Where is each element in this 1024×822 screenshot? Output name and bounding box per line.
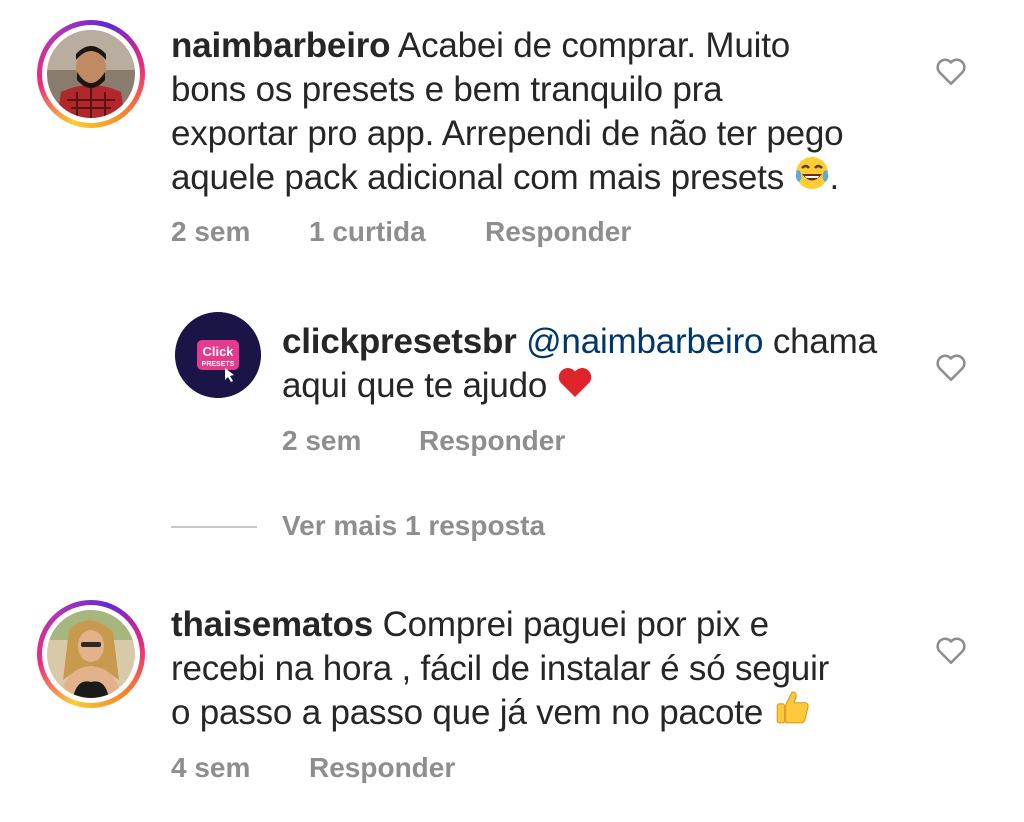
- comment-text: exportar pro app. Arrependi de não ter p…: [171, 114, 844, 153]
- tears-of-joy-emoji: [794, 156, 830, 202]
- comment-text: aquele pack adicional com mais presets: [171, 158, 785, 197]
- reply-button[interactable]: Responder: [419, 425, 565, 457]
- reply-button[interactable]: Responder: [309, 752, 455, 784]
- comment-text: o passo a passo que já vem no pacote: [171, 693, 764, 732]
- heart-outline-icon[interactable]: [934, 633, 968, 667]
- comment-text: bons os presets e bem tranquilo pra: [171, 70, 723, 109]
- avatar-logo-subtext: PRESETS: [202, 361, 235, 368]
- comment-body: naimbarbeiro Acabei de comprar. Muito bo…: [171, 24, 901, 202]
- comment-text: aqui que te ajudo: [282, 366, 548, 405]
- reply-button[interactable]: Responder: [485, 216, 631, 248]
- comment-text: Comprei paguei por pix e: [382, 605, 769, 644]
- avatar-clickpresetsbr[interactable]: Click PRESETS: [175, 312, 261, 398]
- timestamp: 2 sem: [282, 425, 362, 456]
- timestamp: 4 sem: [171, 752, 251, 783]
- like-count[interactable]: 1 curtida: [309, 216, 426, 248]
- timestamp: 2 sem: [171, 216, 251, 247]
- comment-text: Acabei de comprar. Muito: [397, 26, 790, 65]
- comment-text: recebi na hora , fácil de instalar é só …: [171, 649, 830, 688]
- heart-outline-icon[interactable]: [934, 350, 968, 384]
- avatar-thaisematos[interactable]: [37, 600, 145, 708]
- comment-body: thaisematos Comprei paguei por pix e rec…: [171, 603, 901, 737]
- heart-outline-icon[interactable]: [934, 54, 968, 88]
- view-more-replies-button[interactable]: Ver mais 1 resposta: [282, 510, 545, 542]
- red-heart-emoji: [557, 366, 593, 410]
- reply-body: clickpresetsbr @naimbarbeiro chama aqui …: [282, 320, 922, 410]
- avatar-naimbarbeiro[interactable]: [37, 20, 145, 128]
- username[interactable]: naimbarbeiro: [171, 26, 391, 65]
- comment-text: .: [829, 158, 840, 197]
- thumbs-up-emoji: [773, 691, 811, 737]
- username[interactable]: thaisematos: [171, 605, 373, 644]
- comment-text: chama: [772, 322, 877, 361]
- username[interactable]: clickpresetsbr: [282, 322, 517, 361]
- avatar-logo-text: Click: [202, 344, 234, 359]
- mention-link[interactable]: @naimbarbeiro: [526, 322, 763, 361]
- replies-divider: [171, 526, 257, 528]
